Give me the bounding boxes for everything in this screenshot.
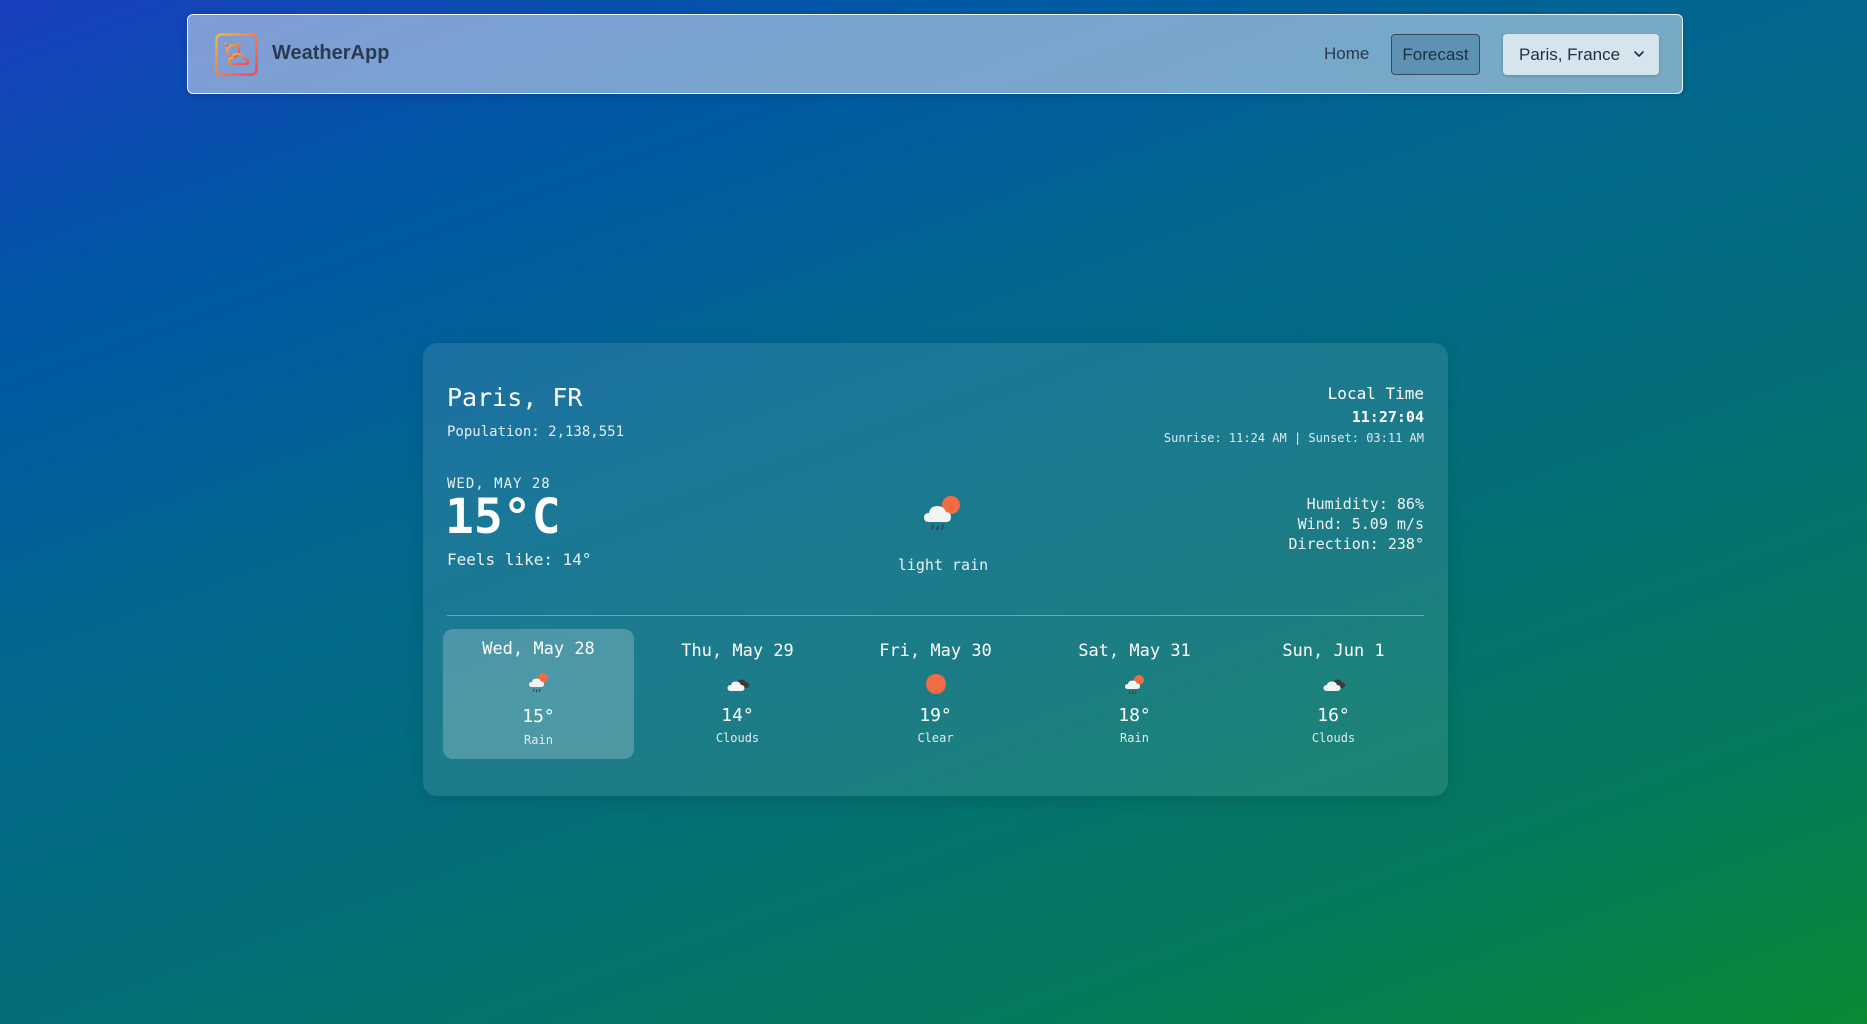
forecast-day-card[interactable]: Fri, May 30 19° Clear xyxy=(840,629,1031,759)
city-name: Paris, FR xyxy=(447,383,583,412)
forecast-condition: Clear xyxy=(917,731,954,745)
feels-like: Feels like: 14° xyxy=(447,550,592,569)
forecast-day-card[interactable]: Sat, May 31 18° Rain xyxy=(1039,629,1230,759)
forecast-temp: 19° xyxy=(919,705,952,726)
humidity: Humidity: 86% xyxy=(1306,495,1424,513)
forecast-day-name: Thu, May 29 xyxy=(681,641,794,661)
forecast-temp: 18° xyxy=(1118,705,1151,726)
divider xyxy=(447,615,1424,616)
forecast-temp: 15° xyxy=(522,706,555,727)
nav-forecast-label: Forecast xyxy=(1402,44,1469,64)
clouds-icon xyxy=(727,679,749,691)
sun-cloud-logo-icon[interactable] xyxy=(215,33,258,76)
city-select-dropdown[interactable]: Paris, France xyxy=(1503,34,1659,75)
chevron-down-icon xyxy=(1634,51,1644,57)
forecast-day-card[interactable]: Wed, May 28 15° Rain xyxy=(443,629,634,759)
rain-sun-icon xyxy=(529,673,548,693)
weather-description: light rain xyxy=(897,556,989,574)
rain-sun-icon xyxy=(1125,675,1144,695)
rain-sun-icon xyxy=(924,496,960,531)
forecast-condition: Clouds xyxy=(715,731,760,745)
local-time: 11:27:04 xyxy=(1351,408,1424,426)
forecast-day-name: Fri, May 30 xyxy=(879,641,992,661)
sunrise-sunset: Sunrise: 11:24 AM | Sunset: 03:11 AM xyxy=(1163,431,1424,445)
top-navbar: WeatherApp Home Forecast Paris, France xyxy=(187,14,1683,94)
current-temperature: 15°C xyxy=(445,489,561,545)
forecast-day-name: Wed, May 28 xyxy=(482,639,595,659)
forecast-condition: Clouds xyxy=(1311,731,1356,745)
wind-speed: Wind: 5.09 m/s xyxy=(1297,515,1424,533)
forecast-day-card[interactable]: Thu, May 29 14° Clouds xyxy=(642,629,833,759)
brand-name[interactable]: WeatherApp xyxy=(272,42,389,65)
local-time-label: Local Time xyxy=(1327,384,1424,403)
forecast-temp: 16° xyxy=(1317,705,1350,726)
nav-link-forecast[interactable]: Forecast xyxy=(1391,34,1480,75)
forecast-day-name: Sat, May 31 xyxy=(1078,641,1191,661)
forecast-day-name: Sun, Jun 1 xyxy=(1282,641,1385,661)
clouds-icon xyxy=(1323,679,1345,691)
forecast-day-card[interactable]: Sun, Jun 1 16° Clouds xyxy=(1238,629,1429,759)
population: Population: 2,138,551 xyxy=(447,424,625,440)
sun-icon xyxy=(926,674,946,694)
weather-card: Paris, FR Population: 2,138,551 Local Ti… xyxy=(423,343,1448,796)
forecast-condition: Rain xyxy=(524,733,553,747)
city-select-value: Paris, France xyxy=(1519,44,1621,64)
nav-link-home[interactable]: Home xyxy=(1324,44,1369,64)
forecast-temp: 14° xyxy=(721,705,754,726)
wind-direction: Direction: 238° xyxy=(1288,535,1424,553)
forecast-condition: Rain xyxy=(1120,731,1149,745)
